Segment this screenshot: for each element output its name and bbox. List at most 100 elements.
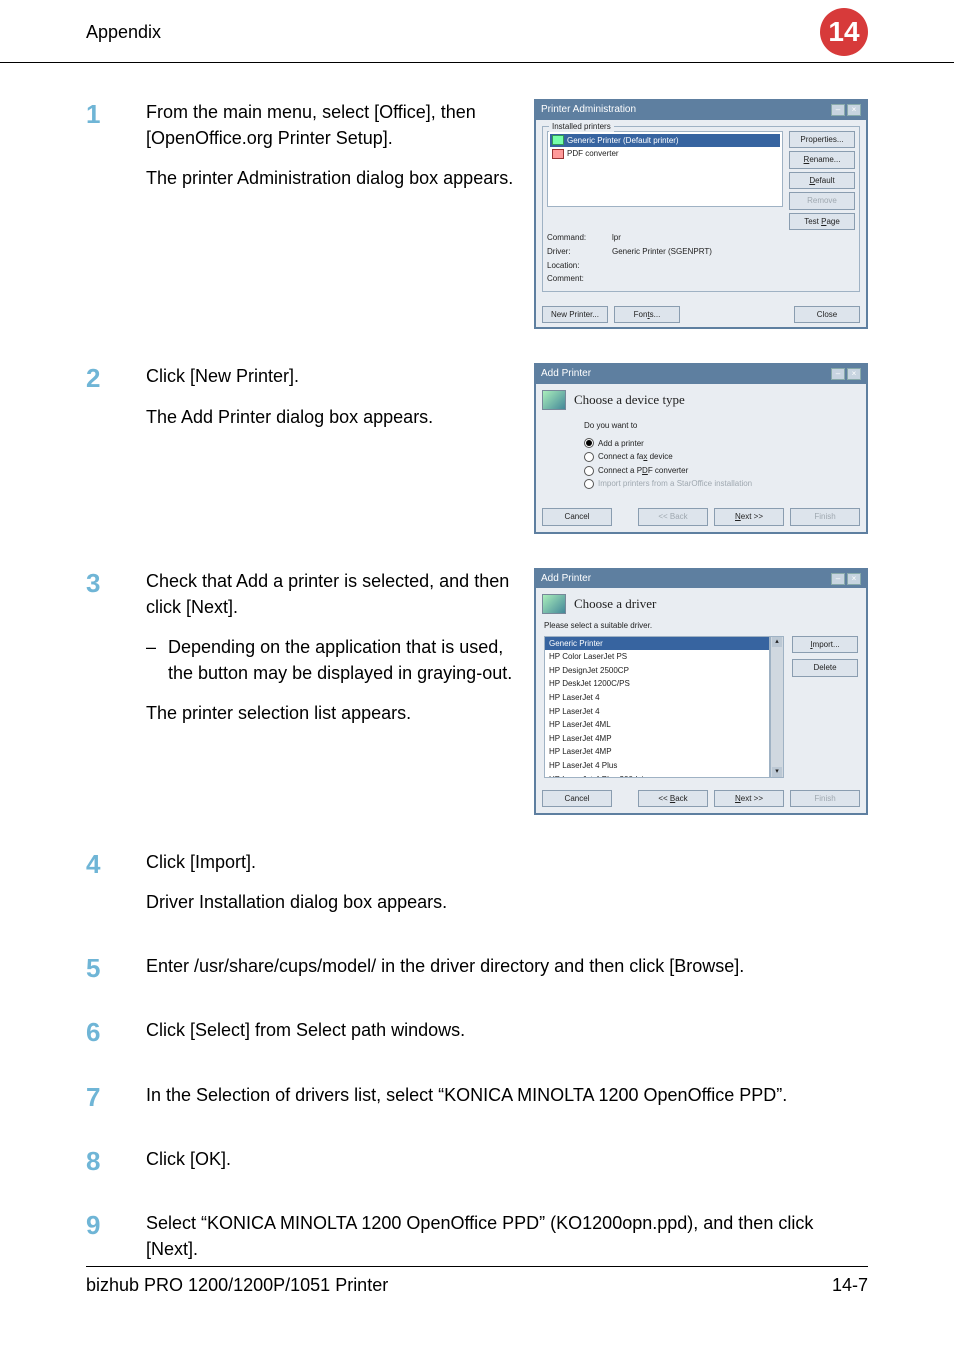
finish-button: Finish xyxy=(790,508,860,526)
dialog-titlebar: Add Printer –× xyxy=(536,365,866,384)
step3-bullet: –Depending on the application that is us… xyxy=(146,634,518,686)
printer-icon xyxy=(552,135,564,145)
step-number: 5 xyxy=(86,953,146,984)
step4-p2: Driver Installation dialog box appears. xyxy=(146,889,868,915)
step-8: 8 Click [OK]. xyxy=(86,1146,868,1186)
driver-prompt: Please select a suitable driver. xyxy=(536,620,866,636)
list-item[interactable]: HP Color LaserJet PS xyxy=(545,650,769,664)
step2-p2: The Add Printer dialog box appears. xyxy=(146,404,518,430)
driver-value: Generic Printer (SGENPRT) xyxy=(612,246,712,258)
list-item[interactable]: HP DesignJet 2500CP xyxy=(545,664,769,678)
driver-list[interactable]: Generic Printer HP Color LaserJet PS HP … xyxy=(544,636,770,778)
wizard-heading: Choose a device type xyxy=(574,391,685,410)
rename-button[interactable]: RRename...ename... xyxy=(789,151,855,169)
dialog-title-text: Add Printer xyxy=(541,572,591,587)
close-icon[interactable]: × xyxy=(847,104,861,116)
scrollbar[interactable]: ▴▾ xyxy=(770,636,784,778)
minimize-icon[interactable]: – xyxy=(831,368,845,380)
list-item[interactable]: HP LaserJet 4ML xyxy=(545,718,769,732)
step-5: 5 Enter /usr/share/cups/model/ in the dr… xyxy=(86,953,868,993)
step6-p1: Click [Select] from Select path windows. xyxy=(146,1017,868,1043)
cancel-button[interactable]: Cancel xyxy=(542,790,612,808)
import-button[interactable]: Import... xyxy=(792,636,858,654)
delete-button[interactable]: Delete xyxy=(792,659,858,677)
command-value: lpr xyxy=(612,232,621,244)
step8-p1: Click [OK]. xyxy=(146,1146,868,1172)
step3-p2: The printer selection list appears. xyxy=(146,700,518,726)
list-item[interactable]: HP LaserJet 4 Plus 300dpi xyxy=(545,773,769,778)
step2-p1: Click [New Printer]. xyxy=(146,363,518,389)
dialog-title-text: Add Printer xyxy=(541,367,591,382)
printer-admin-dialog: Printer Administration –× Installed prin… xyxy=(534,99,868,329)
step-7: 7 In the Selection of drivers list, sele… xyxy=(86,1082,868,1122)
list-item[interactable]: HP DeskJet 1200C/PS xyxy=(545,677,769,691)
close-icon[interactable]: × xyxy=(847,573,861,585)
wizard-heading: Choose a driver xyxy=(574,595,656,614)
radio-pdf[interactable]: Connect a PDF converter xyxy=(584,465,846,477)
wizard-prompt: Do you want to xyxy=(584,420,846,432)
radio-icon xyxy=(584,466,594,476)
list-item[interactable]: PDF converter xyxy=(567,148,619,160)
back-button: << Back xyxy=(638,508,708,526)
command-label: Command: xyxy=(547,232,602,244)
list-item[interactable]: HP LaserJet 4MP xyxy=(545,732,769,746)
cancel-button[interactable]: Cancel xyxy=(542,508,612,526)
step1-p1: From the main menu, select [Office], the… xyxy=(146,99,518,151)
finish-button: Finish xyxy=(790,790,860,808)
list-item[interactable]: HP LaserJet 4 xyxy=(545,705,769,719)
step-number: 9 xyxy=(86,1210,146,1241)
scroll-down-icon[interactable]: ▾ xyxy=(772,767,782,777)
next-button[interactable]: Next >> xyxy=(714,508,784,526)
radio-add-printer[interactable]: Add a printer xyxy=(584,438,846,450)
step-4: 4 Click [Import]. Driver Installation di… xyxy=(86,849,868,929)
radio-fax[interactable]: Connect a fax device xyxy=(584,451,846,463)
step-number: 1 xyxy=(86,99,146,130)
scroll-up-icon[interactable]: ▴ xyxy=(772,637,782,647)
radio-icon xyxy=(584,479,594,489)
radio-icon xyxy=(584,452,594,462)
add-printer-driver-dialog: Add Printer –× Choose a driver Please se… xyxy=(534,568,868,816)
new-printer-button[interactable]: New Printer... xyxy=(542,306,608,324)
step1-p2: The printer Administration dialog box ap… xyxy=(146,165,518,191)
radio-icon xyxy=(584,438,594,448)
installed-printers-list[interactable]: Generic Printer (Default printer) PDF co… xyxy=(547,131,783,207)
close-button[interactable]: Close xyxy=(794,306,860,324)
next-button[interactable]: Next >> xyxy=(714,790,784,808)
list-item[interactable]: Generic Printer (Default printer) xyxy=(567,135,679,147)
wizard-icon xyxy=(542,594,566,614)
close-icon[interactable]: × xyxy=(847,368,861,380)
step-number: 3 xyxy=(86,568,146,599)
list-item[interactable]: Generic Printer xyxy=(545,637,769,651)
step5-p1: Enter /usr/share/cups/model/ in the driv… xyxy=(146,953,868,979)
default-button[interactable]: Default xyxy=(789,172,855,190)
chapter-badge: 14 xyxy=(820,8,868,56)
back-button[interactable]: << Back xyxy=(638,790,708,808)
remove-button: Remove xyxy=(789,192,855,210)
comment-label: Comment: xyxy=(547,273,602,285)
pdf-icon xyxy=(552,149,564,159)
step-number: 2 xyxy=(86,363,146,394)
list-item[interactable]: HP LaserJet 4 Plus xyxy=(545,759,769,773)
properties-button[interactable]: Properties... xyxy=(789,131,855,149)
list-item[interactable]: HP LaserJet 4 xyxy=(545,691,769,705)
dialog-title-text: Printer Administration xyxy=(541,103,636,118)
wizard-icon xyxy=(542,390,566,410)
step-number: 4 xyxy=(86,849,146,880)
page-footer: bizhub PRO 1200/1200P/1051 Printer 14-7 xyxy=(86,1266,868,1296)
installed-printers-label: Installed printers xyxy=(549,121,614,133)
driver-label: Driver: xyxy=(547,246,602,258)
step7-p1: In the Selection of drivers list, select… xyxy=(146,1082,868,1108)
step4-p1: Click [Import]. xyxy=(146,849,868,875)
list-item[interactable]: HP LaserJet 4MP xyxy=(545,745,769,759)
step9-p1: Select “KONICA MINOLTA 1200 OpenOffice P… xyxy=(146,1210,868,1262)
minimize-icon[interactable]: – xyxy=(831,104,845,116)
step-1: 1 From the main menu, select [Office], t… xyxy=(86,99,868,339)
step-3: 3 Check that Add a printer is selected, … xyxy=(86,568,868,826)
test-page-button[interactable]: Test Page xyxy=(789,213,855,231)
step-number: 6 xyxy=(86,1017,146,1048)
minimize-icon[interactable]: – xyxy=(831,573,845,585)
fonts-button[interactable]: Fonts... xyxy=(614,306,680,324)
step-number: 7 xyxy=(86,1082,146,1113)
location-label: Location: xyxy=(547,260,602,272)
step3-p1: Check that Add a printer is selected, an… xyxy=(146,568,518,620)
